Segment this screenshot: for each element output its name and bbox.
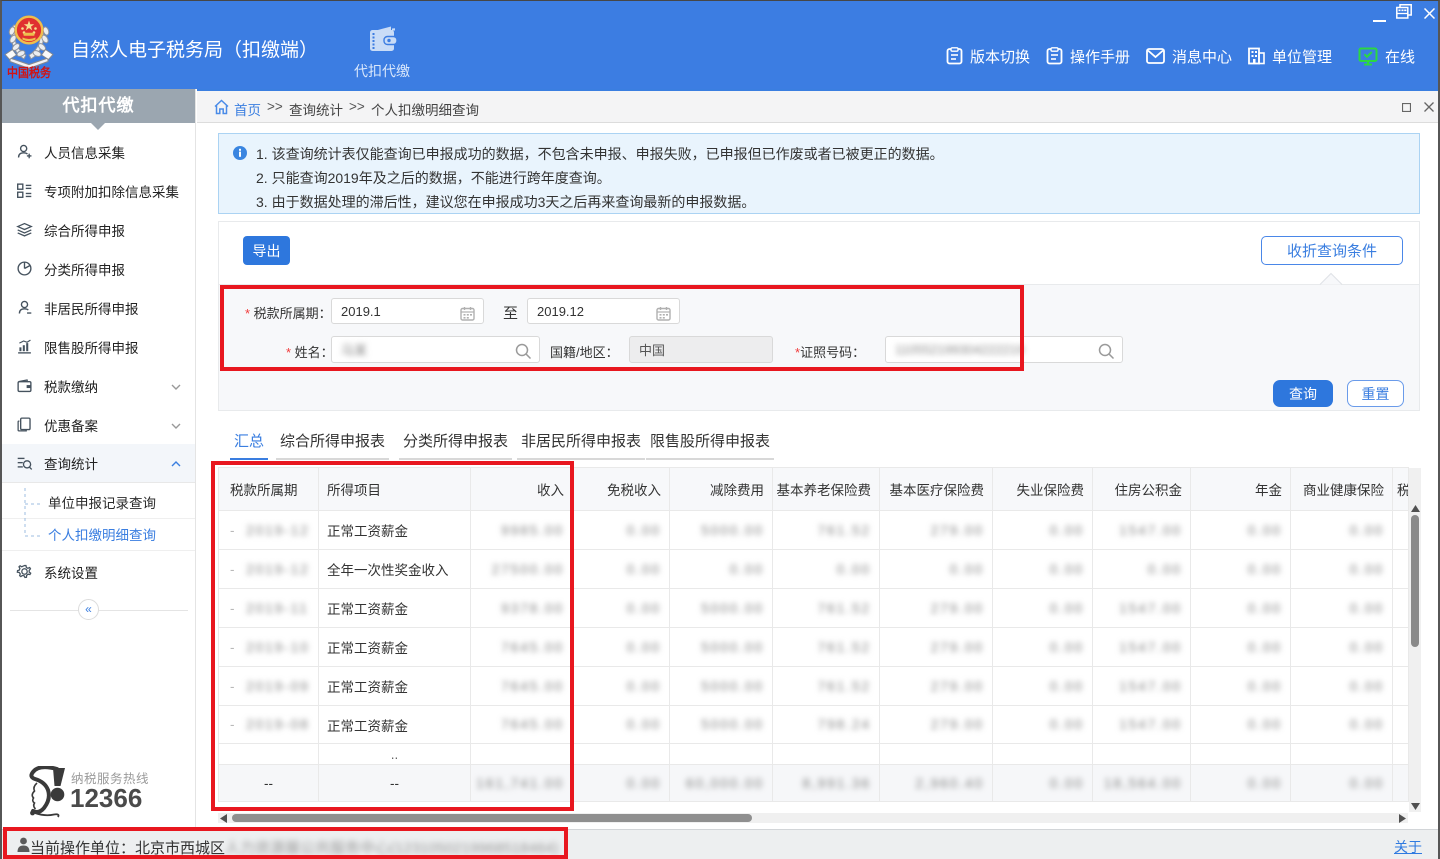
svg-text:中国税务: 中国税务 [7, 65, 51, 80]
